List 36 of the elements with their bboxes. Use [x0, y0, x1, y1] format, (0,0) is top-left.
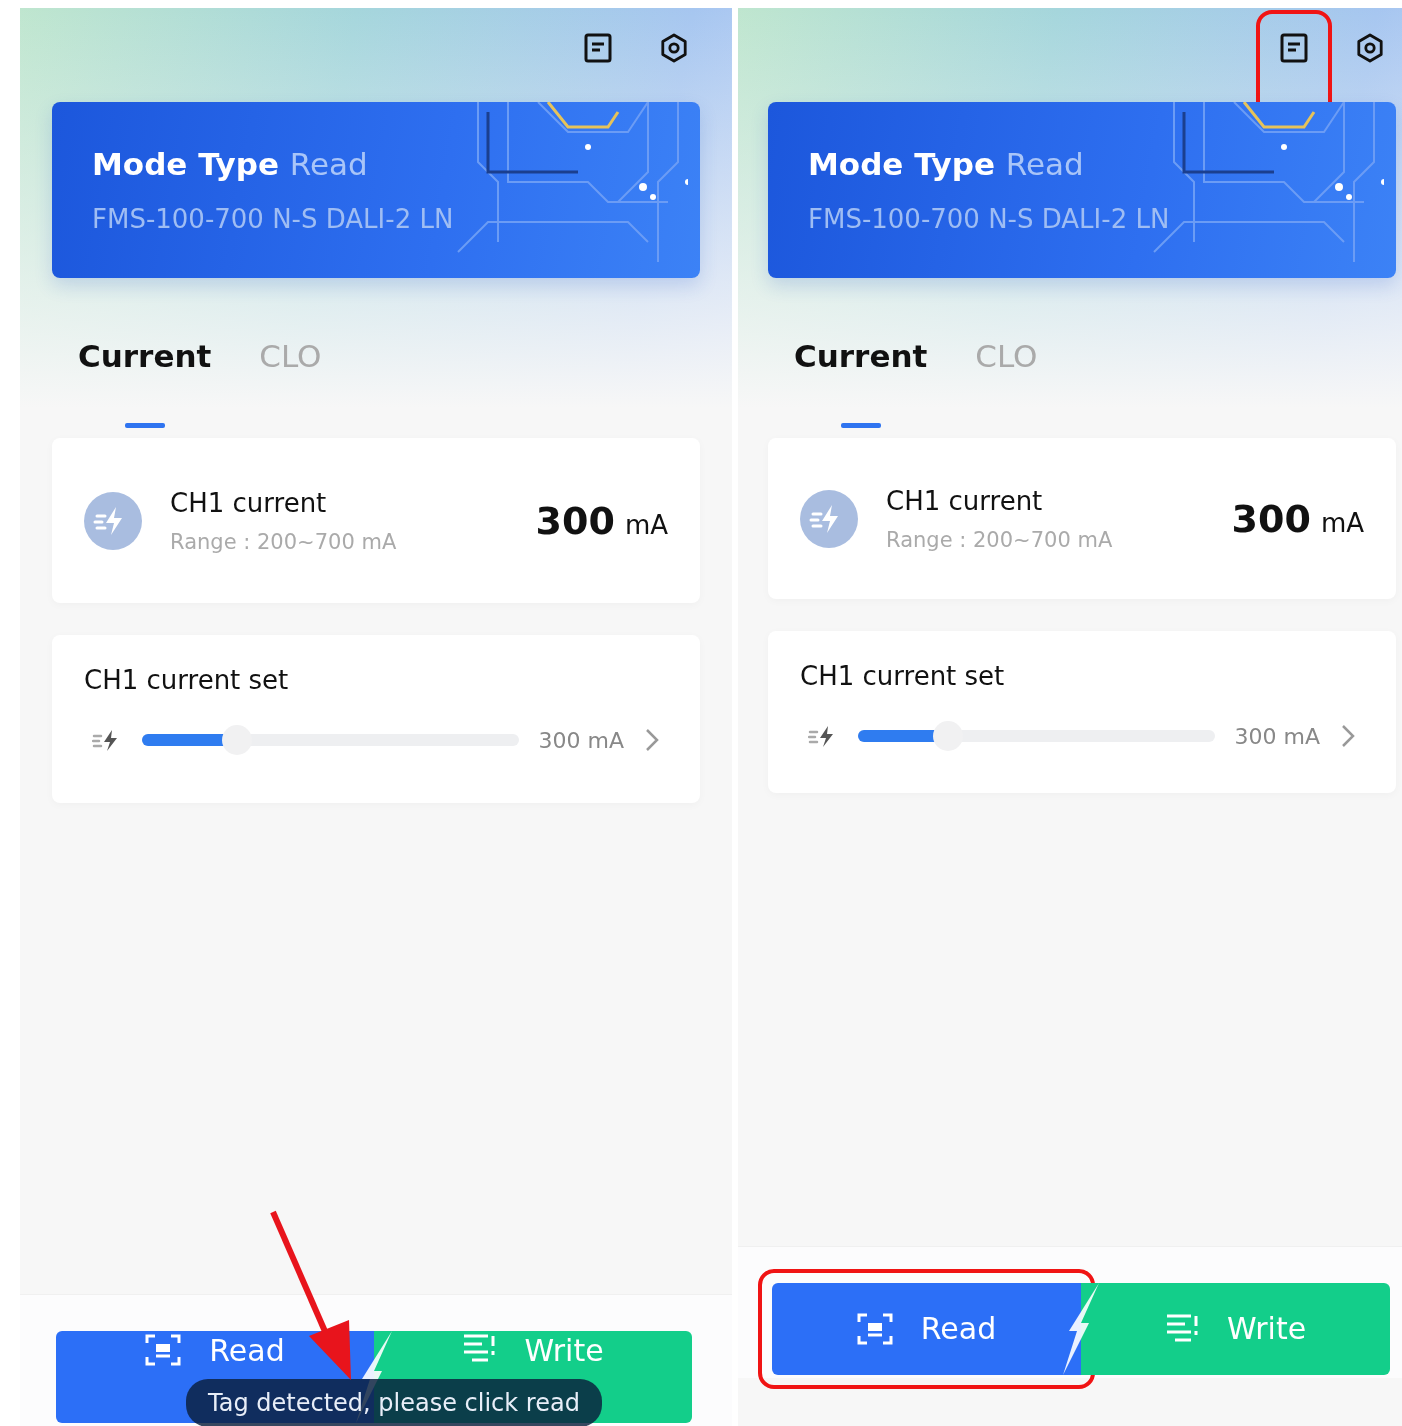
list-icon [1164, 1312, 1199, 1345]
setting-label: CH1 current set [799, 660, 1006, 691]
readout-value: 300 [535, 498, 615, 543]
readout-value: 300 [1231, 496, 1311, 541]
setting-reading: 300 mA [538, 727, 624, 753]
chevron-right-icon[interactable] [1340, 723, 1356, 749]
tab[interactable]: Current [794, 336, 928, 428]
toast-message: Tag detected, please click read [186, 1379, 602, 1426]
readout-range: Range : 200~700 mA [886, 527, 1114, 552]
current-slider[interactable] [858, 721, 1215, 751]
slider-thumb[interactable] [933, 721, 964, 751]
chevron-right-icon[interactable] [644, 727, 660, 753]
readout-range: Range : 200~700 mA [170, 529, 398, 554]
notes-icon [584, 33, 612, 63]
slider-thumb[interactable] [221, 725, 252, 755]
current-slider[interactable] [142, 725, 519, 755]
mode-title: Mode Type Read [808, 146, 1085, 182]
scan-icon [145, 1333, 182, 1367]
model-name: FMS-100-700 N-S DALI-2 LN [92, 204, 455, 234]
list-icon [462, 1333, 497, 1365]
settings-icon [660, 32, 688, 64]
read-button[interactable]: Read [772, 1283, 1081, 1375]
readout-unit: mA [624, 509, 668, 540]
mode-title: Mode Type Read [92, 146, 369, 182]
model-name: FMS-100-700 N-S DALI-2 LN [808, 204, 1171, 234]
tab[interactable]: Current [78, 336, 212, 428]
scan-icon [856, 1311, 893, 1346]
readout-unit: mA [1320, 507, 1364, 538]
readout-label: CH1 current [886, 485, 1044, 516]
lightning-icon [84, 491, 142, 550]
readout-label: CH1 current [170, 487, 328, 518]
notes-icon [1280, 33, 1308, 63]
lightning-icon [800, 489, 858, 548]
setting-reading: 300 mA [1234, 723, 1320, 749]
settings-icon [1356, 32, 1384, 64]
setting-label: CH1 current set [83, 664, 290, 695]
